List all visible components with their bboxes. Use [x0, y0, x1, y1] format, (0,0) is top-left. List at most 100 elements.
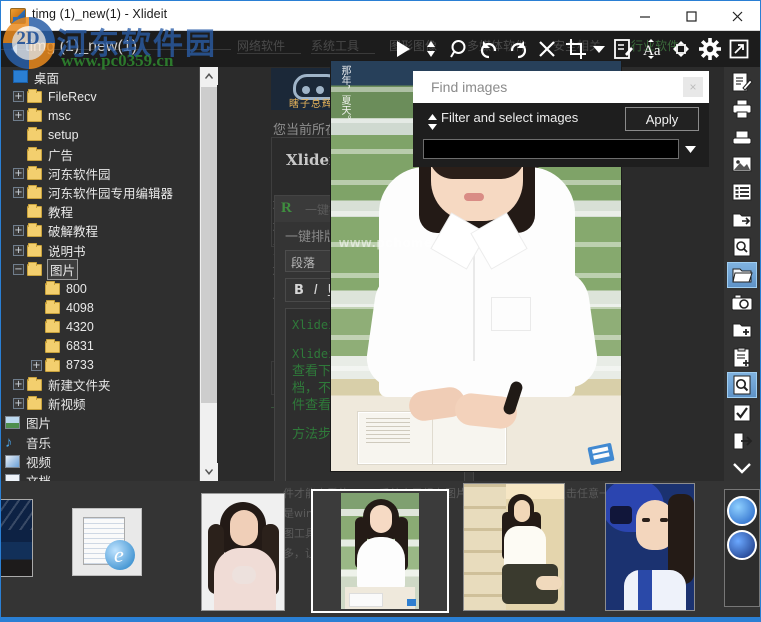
tree-item-17[interactable]: 图片 — [1, 413, 199, 432]
crop-icon[interactable] — [562, 34, 589, 64]
tree-item-15[interactable]: + 新建文件夹 — [1, 375, 199, 394]
close-button[interactable] — [714, 1, 760, 30]
camera-icon[interactable] — [727, 290, 757, 316]
search-file-icon[interactable] — [727, 234, 757, 260]
tree-expander-14[interactable]: + — [31, 359, 42, 371]
folder-icon — [27, 146, 42, 161]
tree-item-6[interactable]: 教程 — [1, 202, 199, 221]
tree-item-4[interactable]: + 河东软件园 — [1, 164, 199, 183]
tree-expander-15[interactable]: + — [13, 379, 24, 390]
dialog-close-button[interactable]: × — [683, 77, 703, 97]
thumbnail-notepad-ie[interactable] — [72, 508, 142, 576]
tree-expander-5[interactable]: + — [13, 187, 24, 198]
ie-icon — [105, 540, 135, 570]
tree-item-11[interactable]: 4098 — [1, 298, 199, 317]
folder-tree[interactable]: 桌面 + FileRecv + msc setup 广告 + 河东软件园 + 河东软件园专用编辑器… — [1, 67, 199, 481]
edit-note-icon[interactable] — [609, 34, 636, 64]
resize-icon[interactable] — [667, 34, 694, 64]
tree-scrollbar[interactable] — [199, 67, 218, 481]
fit-size-icon[interactable] — [417, 34, 444, 64]
maximize-button[interactable] — [668, 1, 714, 30]
scanner-icon[interactable] — [727, 124, 757, 150]
tree-expander-0[interactable]: + — [13, 91, 24, 102]
tree-item-14[interactable]: +8733 — [1, 356, 199, 375]
scroll-down-button[interactable] — [200, 463, 218, 481]
thumbnail-girl-pink[interactable] — [201, 493, 285, 611]
tree-item-8[interactable]: + 说明书 — [1, 241, 199, 260]
tree-item-3[interactable]: 广告 — [1, 145, 199, 164]
folder-icon — [45, 338, 60, 353]
thumbnail-night-city[interactable] — [1, 499, 33, 577]
tree-item-18[interactable]: ♪ 音乐 — [1, 433, 199, 452]
folder-icon — [27, 165, 42, 180]
scroll-up-button[interactable] — [200, 67, 218, 85]
print-icon[interactable] — [727, 97, 757, 123]
chevron-down-icon[interactable] — [727, 455, 757, 481]
play-slideshow-icon[interactable] — [388, 34, 415, 64]
external-open-icon[interactable] — [725, 34, 752, 64]
tree-item-12[interactable]: 4320 — [1, 317, 199, 336]
tree-expander-16[interactable]: + — [13, 398, 24, 410]
dialog-combo-input[interactable] — [423, 139, 679, 159]
thumbnail-filmstrip[interactable]: 件才能查看的，win系统上已经有图片查看工具，您可以双击任意一个 是win的老版… — [1, 481, 760, 621]
tree-item-label: 新建文件夹 — [48, 379, 111, 393]
text-tool-icon[interactable]: Aa — [638, 34, 665, 64]
tree-root[interactable]: 桌面 — [1, 67, 199, 87]
rotate-left-icon[interactable] — [475, 34, 502, 64]
minimize-button[interactable] — [622, 1, 668, 30]
tree-item-2[interactable]: setup — [1, 125, 199, 144]
rotate-right-icon[interactable] — [504, 34, 531, 64]
scrollbar-thumb[interactable] — [201, 87, 217, 403]
tree-item-5[interactable]: + 河东软件园专用编辑器 — [1, 183, 199, 202]
tree-item-1[interactable]: + msc — [1, 106, 199, 125]
tree-item-7[interactable]: + 破解教程 — [1, 221, 199, 240]
previous-image-icon[interactable] — [7, 42, 21, 61]
tree-expander-8[interactable]: + — [13, 244, 24, 256]
webpage-breadcrumb: 您当前所在 — [273, 123, 339, 138]
tree-item-16[interactable]: + 新视频 — [1, 394, 199, 413]
edit-note-icon[interactable] — [727, 69, 757, 95]
delete-icon[interactable] — [533, 34, 560, 64]
title-bar: timg (1)_new(1) - Xlideit — [1, 1, 760, 31]
spinner-icon[interactable] — [427, 114, 438, 135]
tree-item-10[interactable]: 800 — [1, 279, 199, 298]
tree-item-20[interactable]: 文档 — [1, 471, 199, 481]
thumbnail-girl-library[interactable] — [463, 483, 565, 611]
list-view-icon[interactable] — [727, 179, 757, 205]
thumbnail-girl-window[interactable] — [311, 489, 449, 613]
settings-gear-icon[interactable] — [696, 34, 723, 64]
tree-item-13[interactable]: 6831 — [1, 337, 199, 356]
dialog-combobox[interactable] — [423, 139, 699, 159]
apply-button[interactable]: Apply — [625, 107, 699, 131]
folder-icon — [45, 281, 60, 295]
chevron-down-icon[interactable] — [681, 139, 699, 159]
open-folder-icon[interactable] — [727, 261, 757, 288]
image-icon[interactable] — [727, 152, 757, 178]
bold-button[interactable]: B — [294, 283, 304, 298]
tree-expander-7[interactable]: + — [13, 225, 24, 237]
tree-expander-4[interactable]: + — [13, 167, 24, 179]
tree-item-19[interactable]: 视频 — [1, 452, 199, 471]
tree-item-label: 4320 — [66, 319, 94, 334]
tree-item-label: msc — [48, 108, 71, 123]
tree-expander-9[interactable]: − — [13, 263, 24, 275]
tree-item-0[interactable]: + FileRecv — [1, 87, 199, 106]
zoom-icon[interactable] — [446, 34, 473, 64]
tree-item-9[interactable]: − 图片 — [1, 258, 199, 280]
app-icon — [10, 8, 26, 24]
thumbnail-blue-icons[interactable] — [724, 489, 760, 607]
checkbox-icon[interactable] — [727, 400, 757, 426]
find-images-icon[interactable] — [727, 372, 757, 399]
dropdown-icon[interactable] — [591, 34, 607, 64]
new-folder-icon[interactable] — [727, 317, 757, 343]
thumbnail-girl-blue[interactable] — [605, 483, 695, 611]
tree-item-label: 6831 — [66, 339, 94, 354]
export-icon[interactable] — [727, 428, 757, 454]
folder-icon — [27, 223, 42, 238]
add-document-icon[interactable] — [727, 345, 757, 371]
export-folder-icon[interactable] — [727, 207, 757, 233]
tree-item-label: 8733 — [66, 358, 94, 373]
find-images-dialog[interactable]: Find images × Filter and select images A… — [413, 71, 709, 167]
italic-button[interactable]: I — [314, 283, 318, 298]
tree-expander-1[interactable]: + — [13, 110, 24, 122]
